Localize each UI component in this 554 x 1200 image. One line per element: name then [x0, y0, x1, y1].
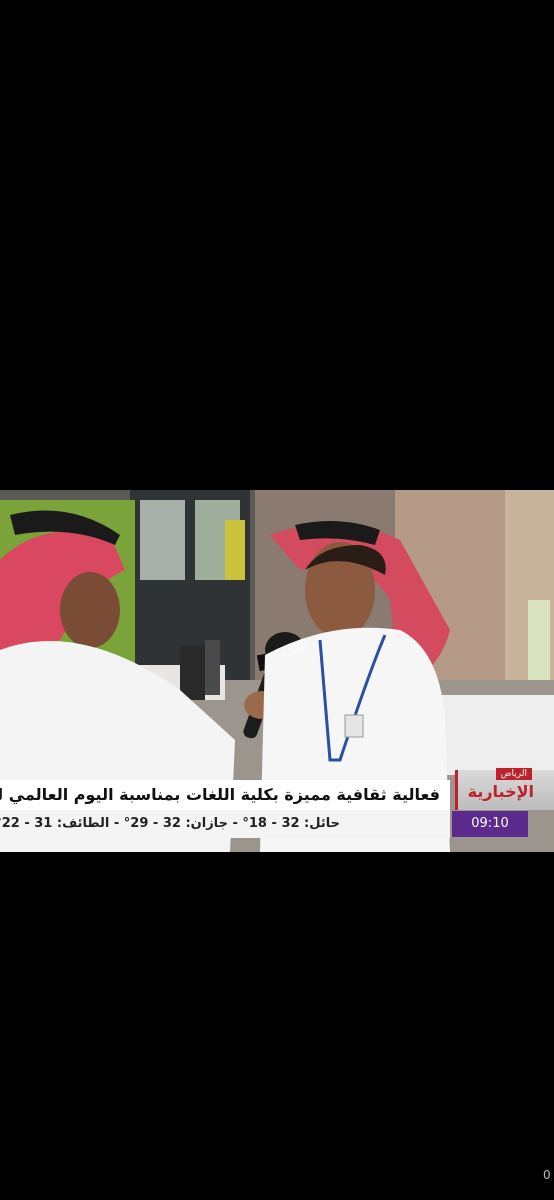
broadcast-clock: 09:10 [452, 811, 528, 837]
weather-ticker: حائل: 32 - 18° - جازان: 32 - 29° - الطائ… [0, 810, 450, 838]
corner-glyph: 0 [543, 1168, 551, 1182]
news-lower-third: فعالية ثقافية مميزة بكلية اللغات بمناسبة… [0, 768, 554, 840]
city-tag: الرياض [495, 768, 532, 780]
channel-logo: الإخبارية [467, 782, 534, 801]
headline-text: فعالية ثقافية مميزة بكلية اللغات بمناسبة… [0, 780, 450, 810]
channel-brand: الرياض الإخبارية [455, 768, 554, 810]
